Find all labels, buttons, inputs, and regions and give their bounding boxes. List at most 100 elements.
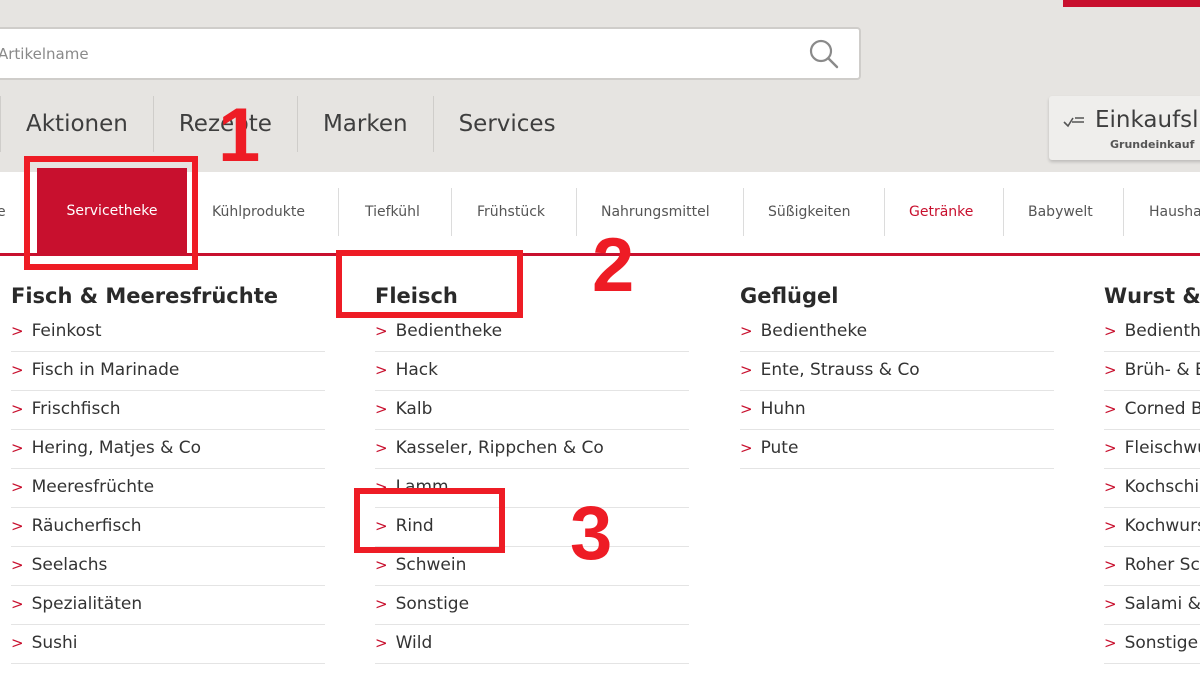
list-item[interactable]: > Feinkost: [11, 313, 325, 352]
list-item-label: Bedientheke: [760, 321, 868, 341]
annotation-number-2: 2: [592, 223, 635, 308]
category-tab-tiefkuehl[interactable]: Tiefkühl: [365, 188, 420, 236]
list-item[interactable]: > Räucherfisch: [11, 508, 325, 547]
annotation-box-2: [336, 250, 523, 318]
category-separator: [338, 188, 339, 236]
category-tab-haushalt[interactable]: Haushalt: [1149, 188, 1200, 236]
chevron-right-icon: >: [11, 439, 24, 457]
header-accent-bar: [1063, 0, 1200, 7]
list-item[interactable]: > Ente, Strauss & Co: [740, 352, 1054, 391]
list-item-label: Schwein: [395, 555, 467, 575]
list-item-label: Hack: [395, 360, 438, 380]
annotation-box-1: [24, 156, 198, 270]
column-heading-fisch[interactable]: Fisch & Meeresfrüchte: [11, 284, 278, 308]
list-item-label: Fleischwurst: [1124, 438, 1200, 458]
chevron-right-icon: >: [740, 322, 753, 340]
category-tab-suessigkeiten[interactable]: Süßigkeiten: [768, 188, 850, 236]
chevron-right-icon: >: [1104, 361, 1117, 379]
list-item[interactable]: > Spezialitäten: [11, 586, 325, 625]
list-item-label: Bedientheke: [395, 321, 503, 341]
chevron-right-icon: >: [11, 517, 24, 535]
nav-item-services[interactable]: Services: [434, 96, 581, 152]
list-item[interactable]: > Brüh- & Bratwurst: [1104, 352, 1200, 391]
column-heading-wurst[interactable]: Wurst & Aufschnitt: [1104, 284, 1200, 308]
list-item[interactable]: > Corned Beef: [1104, 391, 1200, 430]
chevron-right-icon: >: [11, 556, 24, 574]
category-tab-partial[interactable]: e: [0, 188, 6, 236]
chevron-right-icon: >: [1104, 478, 1117, 496]
list-item-label: Spezialitäten: [31, 594, 143, 614]
list-item-label: Feinkost: [31, 321, 102, 341]
chevron-right-icon: >: [11, 400, 24, 418]
chevron-right-icon: >: [740, 400, 753, 418]
list-item-label: Salami & Co: [1124, 594, 1200, 614]
chevron-right-icon: >: [375, 361, 388, 379]
category-separator: [1123, 188, 1124, 236]
list-item[interactable]: > Kalb: [375, 391, 689, 430]
list-item-label: Kochschinken: [1124, 477, 1200, 497]
list-item-label: Meeresfrüchte: [31, 477, 155, 497]
list-item-label: Kasseler, Rippchen & Co: [395, 438, 604, 458]
list-item-label: Wild: [395, 633, 433, 653]
list-item[interactable]: > Meeresfrüchte: [11, 469, 325, 508]
chevron-right-icon: >: [740, 439, 753, 457]
shopping-list-title: Einkaufsliste: [1095, 107, 1200, 133]
chevron-right-icon: >: [740, 361, 753, 379]
list-item[interactable]: > Sonstige: [375, 586, 689, 625]
list-item[interactable]: > Fleischwurst: [1104, 430, 1200, 469]
search-input[interactable]: [0, 29, 782, 78]
category-tab-babywelt[interactable]: Babywelt: [1028, 188, 1093, 236]
list-item[interactable]: > Pute: [740, 430, 1054, 469]
list-item[interactable]: > Kochwurst: [1104, 508, 1200, 547]
search-box: [0, 27, 861, 80]
list-item[interactable]: > Bedientheke: [375, 313, 689, 352]
chevron-right-icon: >: [375, 556, 388, 574]
category-tab-kuehlprodukte[interactable]: Kühlprodukte: [212, 188, 305, 236]
list-item[interactable]: > Bedientheke: [1104, 313, 1200, 352]
list-item[interactable]: > Salami & Co: [1104, 586, 1200, 625]
chevron-right-icon: >: [375, 595, 388, 613]
chevron-right-icon: >: [1104, 322, 1117, 340]
category-tab-fruehstueck[interactable]: Frühstück: [477, 188, 545, 236]
category-separator: [1003, 188, 1004, 236]
list-item[interactable]: > Roher Schinken: [1104, 547, 1200, 586]
category-separator: [884, 188, 885, 236]
chevron-right-icon: >: [11, 595, 24, 613]
chevron-right-icon: >: [11, 322, 24, 340]
list-item-label: Fisch in Marinade: [31, 360, 180, 380]
list-item[interactable]: > Bedientheke: [740, 313, 1054, 352]
chevron-right-icon: >: [1104, 400, 1117, 418]
annotation-box-3: [354, 488, 505, 553]
category-tab-getraenke[interactable]: Getränke: [909, 188, 973, 236]
list-item-label: Kalb: [395, 399, 433, 419]
annotation-number-1: 1: [218, 93, 261, 178]
list-item-label: Sonstige: [1124, 633, 1199, 653]
list-item-label: Sushi: [31, 633, 78, 653]
list-item-label: Brüh- & Bratwurst: [1124, 360, 1200, 380]
list-item-label: Bedientheke: [1124, 321, 1200, 341]
list-item-label: Sonstige: [395, 594, 470, 614]
shopping-list-button[interactable]: Einkaufsliste Grundeinkauf: [1049, 96, 1200, 160]
list-item-label: Huhn: [760, 399, 806, 419]
list-item[interactable]: > Fisch in Marinade: [11, 352, 325, 391]
list-item-label: Ente, Strauss & Co: [760, 360, 920, 380]
list-item[interactable]: > Sushi: [11, 625, 325, 664]
list-item[interactable]: > Seelachs: [11, 547, 325, 586]
list-item[interactable]: > Kochschinken: [1104, 469, 1200, 508]
main-nav: Aktionen Rezepte Marken Services: [0, 96, 581, 152]
list-item[interactable]: > Hering, Matjes & Co: [11, 430, 325, 469]
chevron-right-icon: >: [375, 400, 388, 418]
list-item[interactable]: > Sonstige: [1104, 625, 1200, 664]
nav-item-aktionen[interactable]: Aktionen: [1, 96, 153, 152]
list-item[interactable]: > Frischfisch: [11, 391, 325, 430]
list-item[interactable]: > Hack: [375, 352, 689, 391]
column-heading-gefluegel[interactable]: Geflügel: [740, 284, 838, 308]
nav-item-marken[interactable]: Marken: [298, 96, 433, 152]
list-item[interactable]: > Huhn: [740, 391, 1054, 430]
chevron-right-icon: >: [1104, 634, 1117, 652]
search-icon[interactable]: [808, 38, 840, 70]
list-item-label: Corned Beef: [1124, 399, 1200, 419]
chevron-right-icon: >: [1104, 595, 1117, 613]
list-item[interactable]: > Kasseler, Rippchen & Co: [375, 430, 689, 469]
list-item[interactable]: > Wild: [375, 625, 689, 664]
